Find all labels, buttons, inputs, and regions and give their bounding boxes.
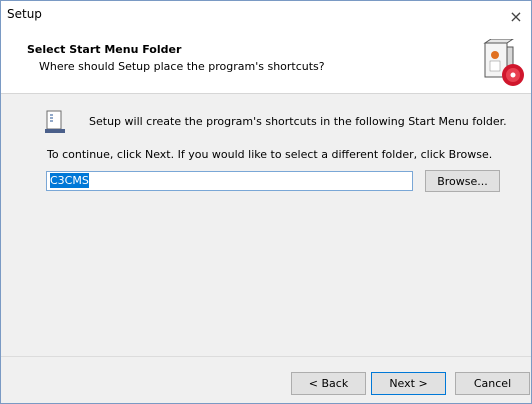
- start-menu-folder-icon: [45, 110, 65, 134]
- back-button[interactable]: < Back: [291, 372, 366, 395]
- hint-text: To continue, click Next. If you would li…: [47, 148, 493, 161]
- browse-button[interactable]: Browse...: [425, 170, 500, 192]
- close-icon: ×: [509, 6, 523, 26]
- wizard-header: Select Start Menu Folder Where should Se…: [1, 31, 531, 91]
- intro-text: Setup will create the program's shortcut…: [89, 115, 507, 128]
- window-title: Setup: [7, 7, 42, 21]
- setup-window: Setup × Select Start Menu Folder Where s…: [0, 0, 532, 404]
- cancel-button[interactable]: Cancel: [455, 372, 530, 395]
- next-button[interactable]: Next >: [371, 372, 446, 395]
- back-button-label: < Back: [308, 377, 349, 390]
- wizard-body: Setup will create the program's shortcut…: [1, 94, 531, 356]
- start-menu-folder-input[interactable]: C3CMS: [46, 171, 413, 191]
- page-title: Select Start Menu Folder: [27, 43, 182, 56]
- next-button-label: Next >: [389, 377, 428, 390]
- setup-logo-icon: [481, 38, 525, 87]
- selected-text: C3CMS: [50, 173, 89, 188]
- wizard-footer: < Back Next > Cancel: [1, 357, 531, 403]
- title-bar: Setup ×: [1, 1, 531, 31]
- cancel-button-label: Cancel: [473, 377, 512, 390]
- close-button[interactable]: ×: [501, 1, 531, 31]
- page-subtitle: Where should Setup place the program's s…: [39, 60, 325, 73]
- browse-button-label: Browse...: [437, 174, 488, 188]
